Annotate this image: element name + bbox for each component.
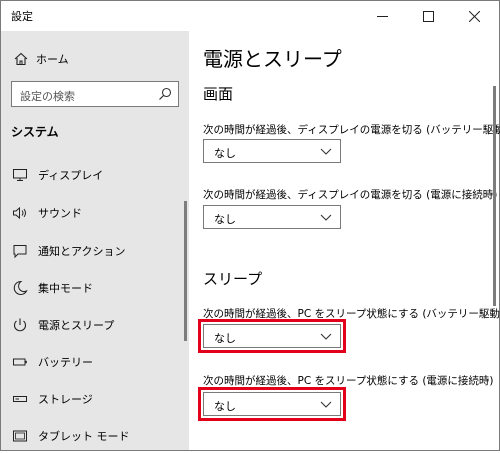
moon-icon bbox=[13, 280, 28, 295]
screen-battery-dropdown[interactable]: なし bbox=[203, 139, 341, 163]
window-title: 設定 bbox=[11, 10, 33, 23]
sleep-plugged-label: 次の時間が経過後、PC をスリープ状態にする (電源に接続時) bbox=[203, 375, 494, 387]
sidebar-item-label: ディスプレイ bbox=[38, 169, 104, 182]
chevron-down-icon bbox=[320, 214, 332, 221]
dropdown-value: なし bbox=[214, 147, 236, 160]
sidebar-item-label: タブレット モード bbox=[38, 430, 130, 443]
sidebar-item-power-sleep[interactable]: 電源とスリープ bbox=[1, 308, 189, 342]
sidebar-item-battery[interactable]: バッテリー bbox=[1, 345, 189, 379]
sidebar: ホーム 設定の検索 システム ディスプレイ サウンド 通知とアクション 集中モー… bbox=[1, 31, 189, 450]
battery-icon bbox=[13, 358, 27, 366]
search-icon bbox=[159, 87, 172, 100]
storage-icon bbox=[13, 396, 27, 402]
sidebar-item-label: ホーム bbox=[36, 53, 69, 66]
chevron-down-icon bbox=[320, 148, 332, 155]
tablet-icon bbox=[13, 430, 27, 442]
sidebar-scrollbar[interactable] bbox=[184, 201, 187, 341]
sleep-plugged-dropdown[interactable]: なし bbox=[203, 392, 341, 416]
sidebar-item-tablet[interactable]: タブレット モード bbox=[1, 419, 189, 453]
maximize-button[interactable] bbox=[405, 1, 451, 31]
sidebar-item-label: 電源とスリープ bbox=[38, 319, 115, 332]
screen-plugged-dropdown[interactable]: なし bbox=[203, 205, 341, 229]
sidebar-item-label: バッテリー bbox=[38, 356, 93, 369]
screen-heading: 画面 bbox=[203, 85, 234, 103]
home-icon bbox=[14, 52, 28, 66]
speaker-icon bbox=[13, 206, 26, 220]
sidebar-item-label: 集中モード bbox=[38, 282, 93, 295]
screen-battery-label: 次の時間が経過後、ディスプレイの電源を切る (バッテリー駆動時) bbox=[203, 124, 500, 136]
notification-icon bbox=[13, 245, 27, 259]
minimize-button[interactable] bbox=[359, 1, 405, 31]
sidebar-item-home[interactable]: ホーム bbox=[1, 45, 189, 73]
search-placeholder: 設定の検索 bbox=[20, 90, 75, 103]
maximize-icon bbox=[422, 10, 434, 22]
sleep-battery-dropdown[interactable]: なし bbox=[203, 324, 341, 348]
minimize-icon bbox=[376, 15, 388, 17]
sidebar-item-label: ストレージ bbox=[38, 393, 93, 406]
page-title: 電源とスリープ bbox=[203, 47, 342, 71]
section-title: システム bbox=[11, 125, 59, 139]
sidebar-item-focus[interactable]: 集中モード bbox=[1, 271, 189, 305]
monitor-icon bbox=[13, 169, 27, 181]
sidebar-item-notifications[interactable]: 通知とアクション bbox=[1, 234, 189, 268]
chevron-down-icon bbox=[320, 333, 332, 340]
sidebar-item-label: サウンド bbox=[38, 207, 82, 220]
sidebar-item-sound[interactable]: サウンド bbox=[1, 196, 189, 230]
sidebar-item-display[interactable]: ディスプレイ bbox=[1, 158, 189, 192]
search-input[interactable]: 設定の検索 bbox=[11, 81, 179, 107]
dropdown-value: なし bbox=[214, 332, 236, 345]
dropdown-value: なし bbox=[214, 213, 236, 226]
chevron-down-icon bbox=[320, 401, 332, 408]
content-scrollbar[interactable] bbox=[493, 86, 496, 306]
title-bar: 設定 bbox=[1, 1, 499, 31]
power-icon bbox=[14, 318, 26, 332]
main-content: 電源とスリープ 画面 次の時間が経過後、ディスプレイの電源を切る (バッテリー駆… bbox=[189, 31, 500, 450]
dropdown-value: なし bbox=[214, 400, 236, 413]
sleep-heading: スリープ bbox=[203, 270, 263, 288]
sidebar-item-storage[interactable]: ストレージ bbox=[1, 382, 189, 416]
screen-plugged-label: 次の時間が経過後、ディスプレイの電源を切る (電源に接続時) bbox=[203, 189, 498, 201]
close-icon bbox=[468, 10, 480, 22]
sidebar-item-label: 通知とアクション bbox=[38, 245, 126, 258]
close-button[interactable] bbox=[451, 1, 497, 31]
